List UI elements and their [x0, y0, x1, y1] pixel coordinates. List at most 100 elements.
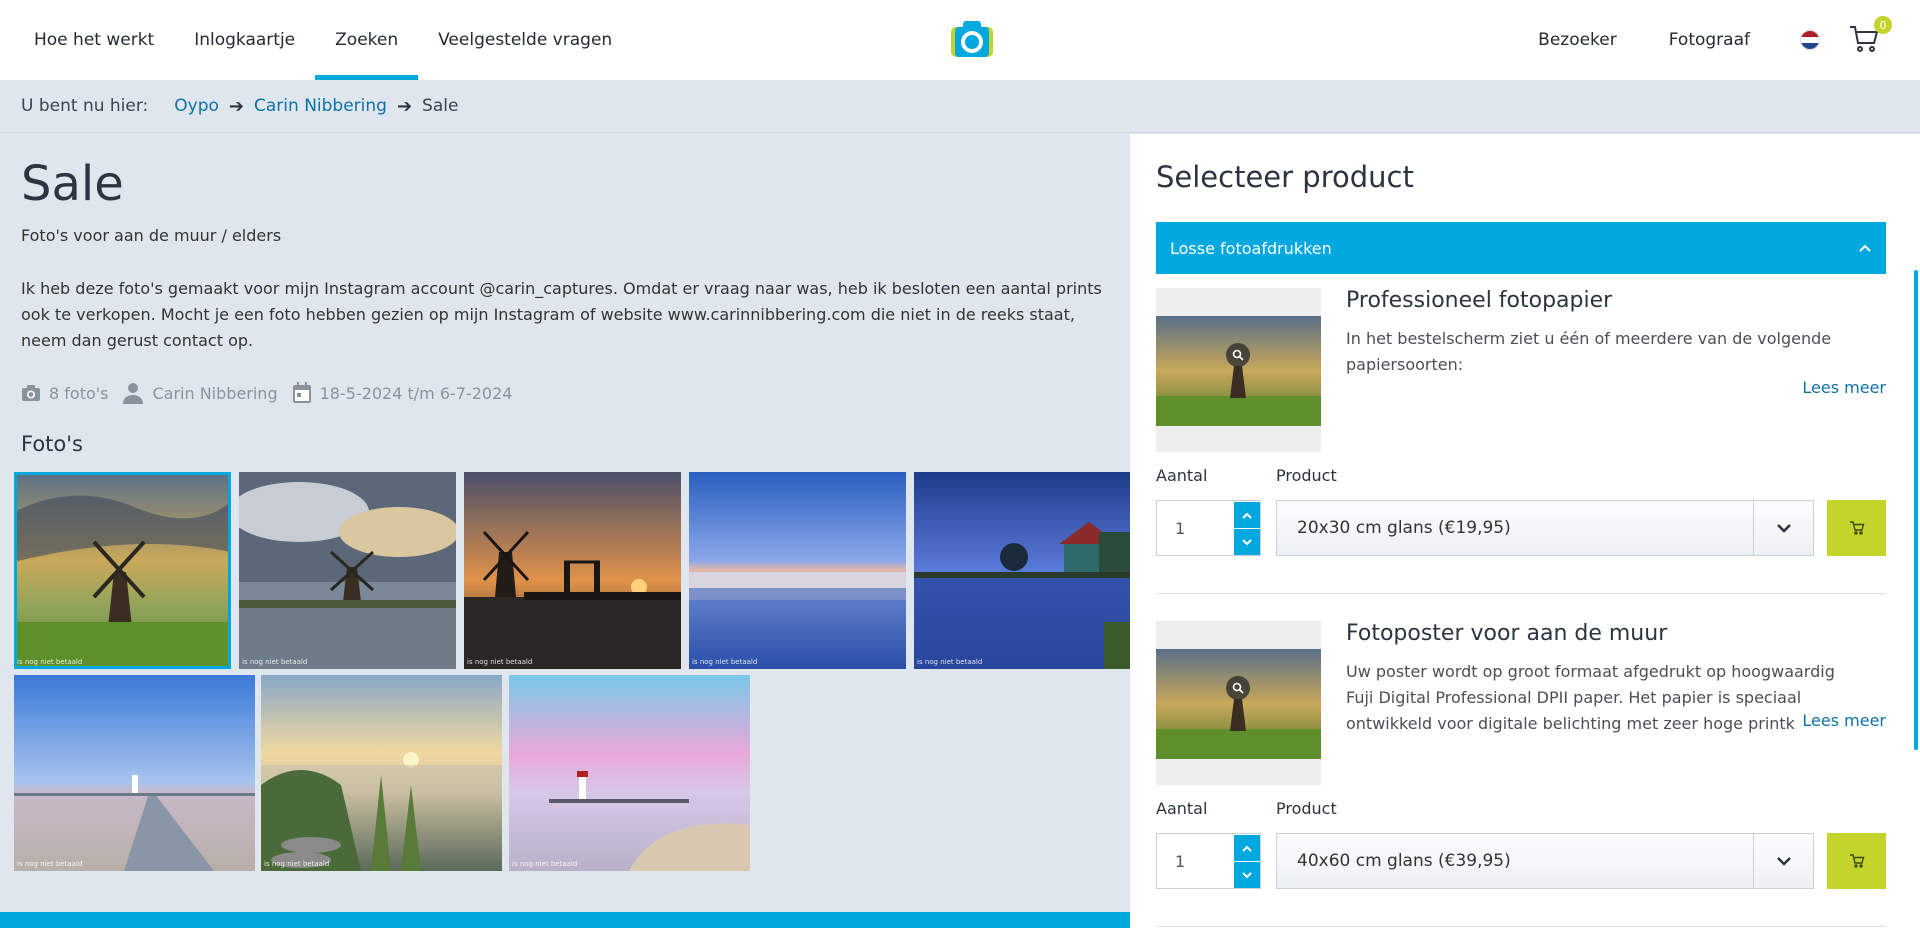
product-label: Product — [1276, 466, 1337, 485]
windmill-cloudy-image — [239, 472, 456, 669]
reeds-sunset-image — [261, 675, 502, 871]
product-panel: Selecteer product Losse fotoafdrukken Pr… — [1130, 134, 1920, 928]
photographer-name: Carin Nibbering — [122, 382, 278, 404]
cart-icon — [1849, 854, 1864, 868]
photo-thumbnail[interactable]: is nog niet betaald — [464, 472, 681, 669]
windmill-bridge-sunset-image — [464, 472, 681, 669]
camera-icon — [22, 385, 40, 401]
nav-how-it-works[interactable]: Hoe het werkt — [14, 0, 174, 80]
breadcrumb-current: Sale — [422, 96, 459, 116]
nav-login-card[interactable]: Inlogkaartje — [174, 0, 315, 80]
zoom-icon[interactable] — [1226, 343, 1250, 367]
product-select[interactable]: 40x60 cm glans (€39,95) — [1276, 833, 1814, 889]
photo-thumbnail[interactable]: is nog niet betaald — [14, 675, 255, 871]
chevron-down-icon — [1753, 501, 1813, 555]
watermark: is nog niet betaald — [692, 658, 758, 666]
zoom-icon[interactable] — [1226, 676, 1250, 700]
photo-thumbnail[interactable]: is nog niet betaald — [239, 472, 456, 669]
product-image[interactable] — [1156, 288, 1321, 452]
photo-count-text: 8 foto's — [49, 383, 109, 403]
album-content: Sale Foto's voor aan de muur / elders Ik… — [0, 134, 1130, 928]
calendar-icon — [292, 382, 311, 403]
watermark: is nog niet betaald — [512, 860, 578, 868]
quantity-increase-button[interactable] — [1234, 502, 1260, 528]
product-name: Professioneel fotopapier — [1346, 288, 1613, 313]
nav-search[interactable]: Zoeken — [315, 0, 419, 80]
chevron-down-icon — [1753, 834, 1813, 888]
product-card: Professioneel fotopapier In het bestelsc… — [1156, 288, 1886, 568]
cart-button[interactable]: 0 — [1848, 16, 1892, 58]
nav-photographer[interactable]: Fotograaf — [1643, 0, 1776, 80]
breadcrumb-link-oypo[interactable]: Oypo — [174, 96, 219, 116]
watermark: is nog niet betaald — [917, 658, 983, 666]
product-description: In het bestelscherm ziet u één of meerde… — [1346, 329, 1832, 374]
photo-thumbnail[interactable]: is nog niet betaald — [14, 472, 231, 669]
dutch-flag-icon[interactable] — [1800, 30, 1820, 50]
chevron-down-icon — [1242, 871, 1252, 878]
photo-thumbnail[interactable]: is nog niet betaald — [509, 675, 750, 871]
top-navigation: Hoe het werkt Inlogkaartje Zoeken Veelge… — [0, 0, 1920, 80]
breadcrumb-link-photographer[interactable]: Carin Nibbering — [254, 96, 387, 116]
read-more-link[interactable]: Lees meer — [1794, 711, 1886, 730]
nav-faq[interactable]: Veelgestelde vragen — [418, 0, 632, 80]
nav-visitor[interactable]: Bezoeker — [1512, 0, 1643, 80]
product-card: Fotoposter voor aan de muur Uw poster wo… — [1156, 621, 1886, 901]
lighthouse-pastel-image — [509, 675, 750, 871]
chevron-up-icon — [1859, 244, 1871, 252]
category-accordion[interactable]: Losse fotoafdrukken — [1156, 222, 1886, 274]
category-label: Losse fotoafdrukken — [1170, 238, 1332, 258]
add-to-cart-button[interactable] — [1827, 500, 1886, 556]
chevron-down-icon — [1242, 538, 1252, 545]
page-title: Sale — [21, 156, 124, 212]
photo-thumbnail[interactable]: is nog niet betaald — [914, 472, 1130, 669]
breadcrumb-prefix: U bent nu hier: — [21, 96, 149, 116]
nav-right: Bezoeker Fotograaf 0 — [1512, 0, 1920, 80]
windmill-preview-image — [1156, 649, 1321, 759]
album-meta: 8 foto's Carin Nibbering 18-5-2024 t/m 6… — [21, 382, 526, 404]
product-select-value: 20x30 cm glans (€19,95) — [1297, 518, 1511, 538]
product-select[interactable]: 20x30 cm glans (€19,95) — [1276, 500, 1814, 556]
zaanse-houses-image — [914, 472, 1130, 669]
quantity-stepper — [1156, 500, 1261, 556]
windmill-sunset-image — [14, 472, 231, 669]
read-more-link[interactable]: Lees meer — [1794, 378, 1886, 397]
windmill-preview-image — [1156, 316, 1321, 426]
panel-scrollbar[interactable] — [1914, 270, 1918, 750]
lighthouse-path-image — [14, 675, 255, 871]
product-image[interactable] — [1156, 621, 1321, 785]
footer-bar — [0, 912, 1130, 928]
panel-title: Selecteer product — [1156, 160, 1414, 194]
divider — [1156, 593, 1886, 594]
quantity-stepper — [1156, 833, 1261, 889]
photo-thumbnail[interactable]: is nog niet betaald — [261, 675, 502, 871]
add-to-cart-button[interactable] — [1827, 833, 1886, 889]
photo-thumbnail[interactable]: is nog niet betaald — [689, 472, 906, 669]
watermark: is nog niet betaald — [17, 658, 83, 666]
watermark: is nog niet betaald — [264, 860, 330, 868]
product-name: Fotoposter voor aan de muur — [1346, 621, 1668, 646]
arrow-right-icon: ➔ — [396, 95, 413, 117]
chevron-up-icon — [1242, 845, 1252, 852]
camera-logo-icon[interactable] — [950, 20, 994, 58]
product-description: Uw poster wordt op groot formaat afgedru… — [1346, 662, 1859, 733]
album-subtitle: Foto's voor aan de muur / elders — [21, 226, 282, 245]
quantity-decrease-button[interactable] — [1234, 529, 1260, 555]
quantity-decrease-button[interactable] — [1234, 862, 1260, 888]
photo-count: 8 foto's — [21, 384, 108, 403]
photographer-name-text: Carin Nibbering — [152, 383, 278, 403]
cart-count-badge: 0 — [1874, 16, 1892, 34]
product-label: Product — [1276, 799, 1337, 818]
nav-left: Hoe het werkt Inlogkaartje Zoeken Veelge… — [14, 0, 632, 80]
arrow-right-icon: ➔ — [228, 95, 245, 117]
product-select-value: 40x60 cm glans (€39,95) — [1297, 851, 1511, 871]
quantity-label: Aantal — [1156, 466, 1208, 485]
quantity-input[interactable] — [1157, 834, 1235, 888]
quantity-increase-button[interactable] — [1234, 835, 1260, 861]
cart-icon — [1849, 521, 1864, 535]
quantity-input[interactable] — [1157, 501, 1235, 555]
watermark: is nog niet betaald — [242, 658, 308, 666]
quantity-label: Aantal — [1156, 799, 1208, 818]
breadcrumb: U bent nu hier: Oypo ➔ Carin Nibbering ➔… — [0, 80, 1920, 133]
divider — [1156, 926, 1886, 927]
album-description: Ik heb deze foto's gemaakt voor mijn Ins… — [21, 279, 1102, 350]
